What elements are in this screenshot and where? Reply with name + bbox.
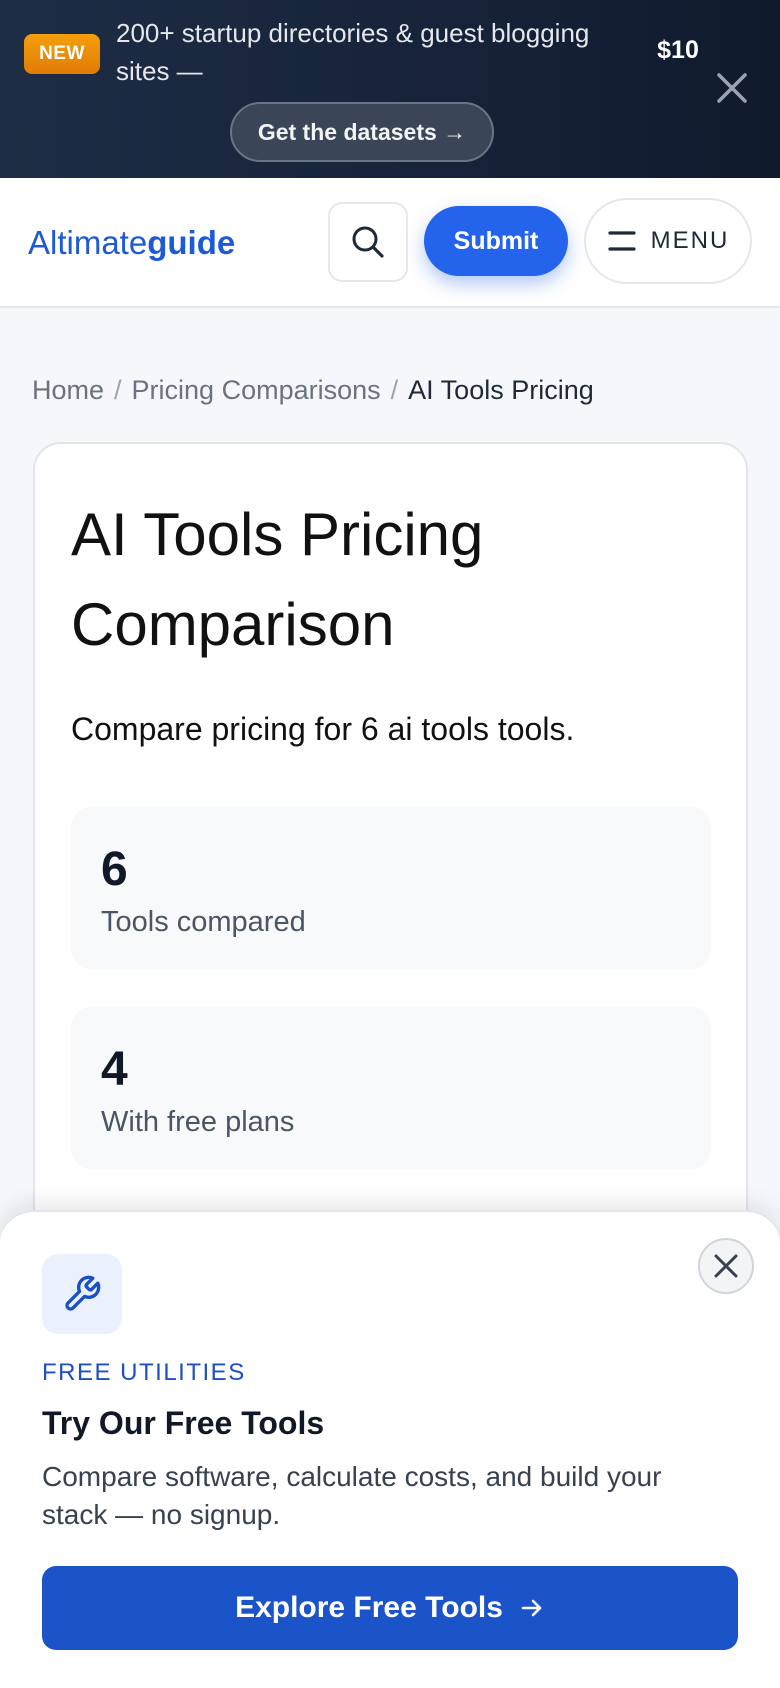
menu-button[interactable]: MENU: [584, 198, 752, 284]
site-logo[interactable]: Altimateguide: [28, 220, 235, 266]
site-header: Altimateguide Submit MENU: [0, 178, 780, 308]
new-badge: NEW: [24, 34, 100, 74]
explore-free-tools-label: Explore Free Tools: [235, 1591, 503, 1624]
logo-prefix: Altimate: [28, 224, 148, 261]
logo-suffix: guide: [147, 224, 236, 261]
menu-label: MENU: [650, 227, 730, 254]
search-icon: [352, 226, 384, 258]
free-tools-sheet: FREE UTILITIES Try Our Free Tools Compar…: [0, 1210, 780, 1688]
close-icon: [717, 73, 747, 103]
explore-free-tools-button[interactable]: Explore Free Tools: [42, 1566, 738, 1650]
sheet-eyebrow: FREE UTILITIES: [42, 1359, 246, 1386]
promo-text: 200+ startup directories & guest bloggin…: [116, 18, 590, 86]
wrench-icon: [65, 1275, 101, 1311]
promo-banner: NEW 200+ startup directories & guest blo…: [0, 0, 780, 178]
breadcrumb-separator: /: [390, 374, 399, 405]
breadcrumb: Home / Pricing Comparisons / AI Tools Pr…: [32, 370, 594, 410]
sheet-icon-tile: [42, 1254, 122, 1334]
stat-tools-compared: 6 Tools compared: [71, 806, 711, 970]
hamburger-icon: [608, 231, 636, 251]
promo-price: $10: [657, 36, 699, 64]
sheet-description: Compare software, calculate costs, and b…: [42, 1461, 662, 1530]
sheet-close-button[interactable]: [698, 1238, 754, 1294]
arrow-right-icon: [521, 1599, 542, 1617]
page-subtitle: Compare pricing for 6 ai tools tools.: [71, 711, 575, 747]
breadcrumb-pricing-comparisons[interactable]: Pricing Comparisons: [132, 375, 381, 406]
stat-label: With free plans: [101, 1106, 295, 1138]
breadcrumb-home[interactable]: Home: [32, 375, 104, 406]
stat-value: 6: [101, 843, 128, 896]
promo-close-button[interactable]: [710, 66, 754, 110]
stat-value: 4: [101, 1043, 128, 1096]
get-datasets-button[interactable]: Get the datasets →: [230, 102, 494, 162]
sheet-title: Try Our Free Tools: [42, 1405, 325, 1441]
close-icon: [714, 1254, 738, 1278]
stat-label: Tools compared: [101, 906, 306, 938]
breadcrumb-separator: /: [114, 374, 122, 405]
stat-free-plans: 4 With free plans: [71, 1006, 711, 1170]
submit-button[interactable]: Submit: [424, 206, 568, 276]
page-title: AI Tools Pricing Comparison: [71, 501, 484, 658]
breadcrumb-current: AI Tools Pricing: [408, 374, 594, 405]
search-button[interactable]: [328, 202, 408, 282]
